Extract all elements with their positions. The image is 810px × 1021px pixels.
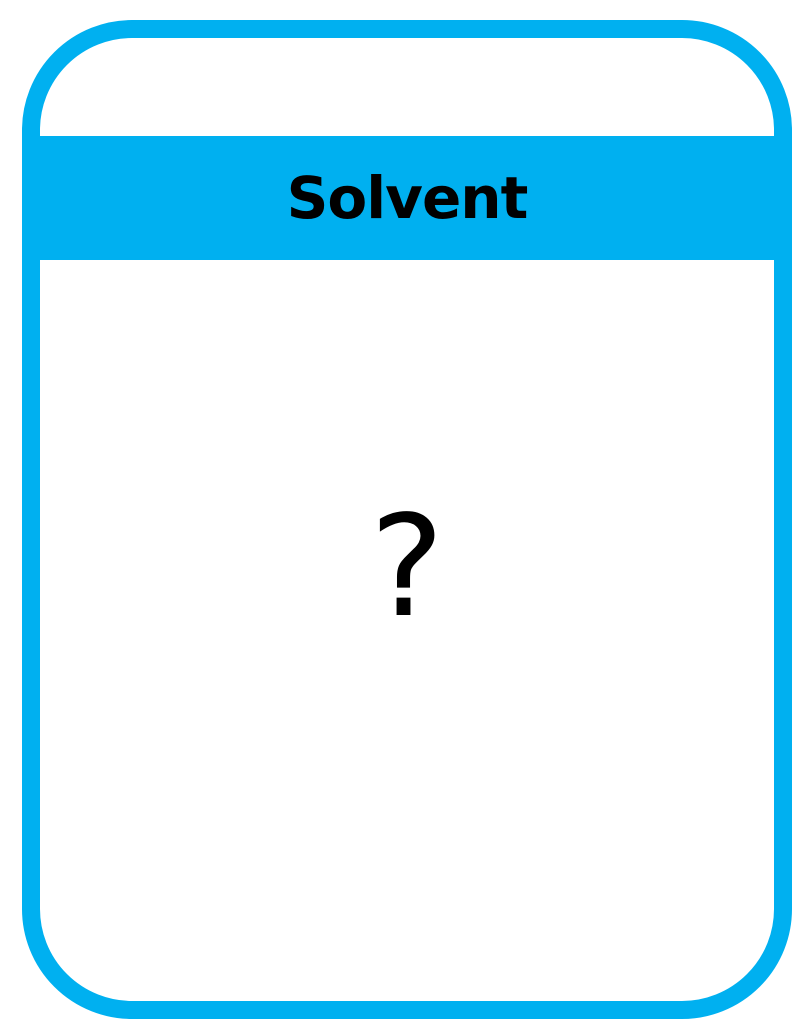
card-title: Solvent bbox=[286, 164, 529, 232]
card-header: Solvent bbox=[40, 136, 774, 260]
unknown-content: ? bbox=[369, 486, 445, 649]
solvent-card: Solvent ? bbox=[22, 20, 792, 1019]
